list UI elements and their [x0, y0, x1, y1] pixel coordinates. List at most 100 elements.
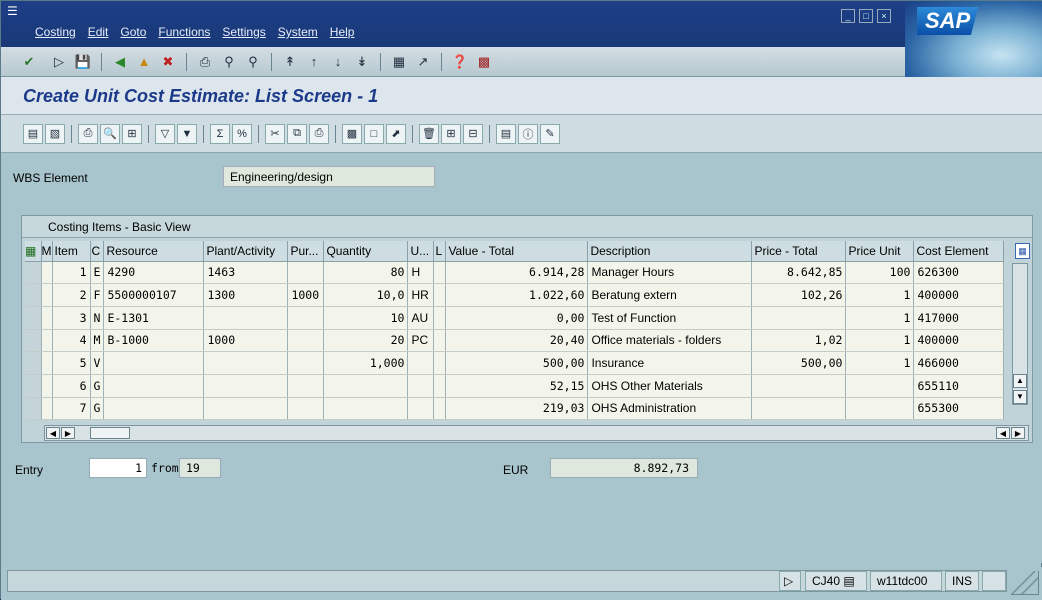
col-unit[interactable]: U... — [407, 241, 435, 262]
cell-quantity[interactable]: 1,000 — [323, 351, 409, 375]
cell-price-total[interactable]: 1,02 — [751, 329, 847, 353]
col-price-unit[interactable]: Price Unit — [845, 241, 915, 262]
cell-description[interactable]: Office materials - folders — [587, 329, 753, 353]
cell-item[interactable]: 3 — [52, 306, 91, 330]
cell-cost-element[interactable]: 626300 — [913, 261, 1005, 285]
cell-price-total[interactable]: 8.642,85 — [751, 261, 847, 285]
resize-grip-icon[interactable] — [1011, 571, 1039, 595]
last-page-icon[interactable]: ↡ — [352, 52, 372, 72]
cell-m[interactable] — [41, 283, 53, 307]
cell-price-unit[interactable]: 1 — [845, 351, 915, 375]
copy-icon[interactable]: ⧉ — [287, 123, 307, 144]
cell-price-unit[interactable]: 1 — [845, 329, 915, 353]
cell-purchasing[interactable] — [287, 261, 325, 285]
cell-value-total[interactable]: 52,15 — [445, 374, 589, 398]
col-resource[interactable]: Resource — [103, 241, 205, 262]
deselect-all-icon[interactable]: □ — [364, 123, 384, 144]
cell-resource[interactable] — [103, 397, 205, 421]
scroll-up-icon[interactable]: ▲ — [1013, 374, 1027, 388]
menu-settings[interactable]: Settings — [222, 25, 265, 41]
cell-category[interactable]: N — [90, 306, 105, 330]
cell-m[interactable] — [41, 351, 53, 375]
system-menu-icon[interactable]: ☰ — [7, 4, 18, 18]
col-cost-element[interactable]: Cost Element — [913, 241, 1005, 262]
cell-resource[interactable] — [103, 374, 205, 398]
select-detail-icon[interactable]: ▧ — [45, 123, 65, 144]
scroll-left-icon[interactable]: ◀ — [46, 427, 60, 439]
cell-price-total[interactable]: 500,00 — [751, 351, 847, 375]
col-l[interactable]: L — [433, 241, 447, 262]
vertical-scrollbar[interactable]: ▲ ▼ — [1012, 263, 1028, 405]
cell-plant[interactable] — [203, 397, 289, 421]
next-page-icon[interactable]: ↓ — [328, 52, 348, 72]
shortcut-icon[interactable]: ↗ — [413, 52, 433, 72]
close-icon[interactable]: × — [877, 9, 891, 23]
scroll-left-end-icon[interactable]: ◀ — [996, 427, 1010, 439]
set-filter-icon[interactable]: ▼ — [177, 123, 197, 144]
cell-value-total[interactable]: 20,40 — [445, 329, 589, 353]
cell-description[interactable]: OHS Administration — [587, 397, 753, 421]
paste-icon[interactable]: ⎙ — [309, 123, 329, 144]
cell-item[interactable]: 2 — [52, 283, 91, 307]
chart-icon[interactable]: ▤ — [496, 123, 516, 144]
cell-cost-element[interactable]: 400000 — [913, 329, 1005, 353]
cell-quantity[interactable]: 20 — [323, 329, 409, 353]
filter-icon[interactable]: ▽ — [155, 123, 175, 144]
cell-value-total[interactable]: 1.022,60 — [445, 283, 589, 307]
session-list-icon[interactable]: ▤ — [843, 574, 854, 588]
cell-unit[interactable] — [407, 374, 435, 398]
cell-value-total[interactable]: 6.914,28 — [445, 261, 589, 285]
cell-quantity[interactable] — [323, 374, 409, 398]
cell-value-total[interactable]: 500,00 — [445, 351, 589, 375]
select-all-icon[interactable]: ▦ — [25, 244, 36, 258]
cell-category[interactable]: F — [90, 283, 105, 307]
cell-unit[interactable]: HR — [407, 283, 435, 307]
horizontal-scrollbar[interactable]: ◀ ▶ ◀ ▶ — [44, 425, 1029, 441]
cell-purchasing[interactable] — [287, 351, 325, 375]
menu-help[interactable]: Help — [330, 25, 355, 41]
cell-price-unit[interactable]: 100 — [845, 261, 915, 285]
col-value-total[interactable]: Value - Total — [445, 241, 589, 262]
cell-m[interactable] — [41, 329, 53, 353]
minimize-icon[interactable]: _ — [841, 9, 855, 23]
cell-resource[interactable]: B-1000 — [103, 329, 205, 353]
cell-description[interactable]: Beratung extern — [587, 283, 753, 307]
cell-description[interactable]: OHS Other Materials — [587, 374, 753, 398]
col-purchasing[interactable]: Pur... — [287, 241, 325, 262]
col-m[interactable]: M — [41, 241, 53, 262]
cell-price-unit[interactable] — [845, 397, 915, 421]
cell-cost-element[interactable]: 400000 — [913, 283, 1005, 307]
cell-description[interactable]: Insurance — [587, 351, 753, 375]
cell-unit[interactable]: PC — [407, 329, 435, 353]
scroll-right-end-icon[interactable]: ▶ — [1011, 427, 1025, 439]
cell-item[interactable]: 1 — [52, 261, 91, 285]
menu-costing[interactable]: Costing — [35, 25, 76, 41]
table-row[interactable]: 3 N E-1301 10 AU 0,00 Test of Function 1… — [25, 306, 1005, 330]
cell-cost-element[interactable]: 655300 — [913, 397, 1005, 421]
col-category[interactable]: C — [90, 241, 105, 262]
scroll-down-icon[interactable]: ▼ — [1013, 390, 1027, 404]
table-row[interactable]: 4 M B-1000 1000 20 PC 20,40 Office mater… — [25, 329, 1005, 353]
cell-quantity[interactable] — [323, 397, 409, 421]
cell-plant[interactable]: 1463 — [203, 261, 289, 285]
entry-current-field[interactable]: 1 — [89, 458, 147, 478]
cell-m[interactable] — [41, 306, 53, 330]
select-all-icon[interactable]: ▩ — [342, 123, 362, 144]
cell-quantity[interactable]: 10,0 — [323, 283, 409, 307]
cell-cost-element[interactable]: 655110 — [913, 374, 1005, 398]
cell-item[interactable]: 7 — [52, 397, 91, 421]
search-next-icon[interactable]: ⊞ — [122, 123, 142, 144]
cell-purchasing[interactable]: 1000 — [287, 283, 325, 307]
cell-price-total[interactable] — [751, 306, 847, 330]
command-field-arrow-icon[interactable]: ▷ — [49, 52, 69, 72]
cell-l[interactable] — [433, 306, 447, 330]
print-preview-icon[interactable]: ⎙ — [78, 123, 98, 144]
col-plant-activity[interactable]: Plant/Activity — [203, 241, 289, 262]
col-item[interactable]: Item — [52, 241, 91, 262]
search-icon[interactable]: 🔍 — [100, 123, 120, 144]
cell-price-total[interactable] — [751, 397, 847, 421]
cell-l[interactable] — [433, 283, 447, 307]
cut-icon[interactable]: ✂ — [265, 123, 285, 144]
cell-cost-element[interactable]: 466000 — [913, 351, 1005, 375]
select-block-icon[interactable]: ⬈ — [386, 123, 406, 144]
